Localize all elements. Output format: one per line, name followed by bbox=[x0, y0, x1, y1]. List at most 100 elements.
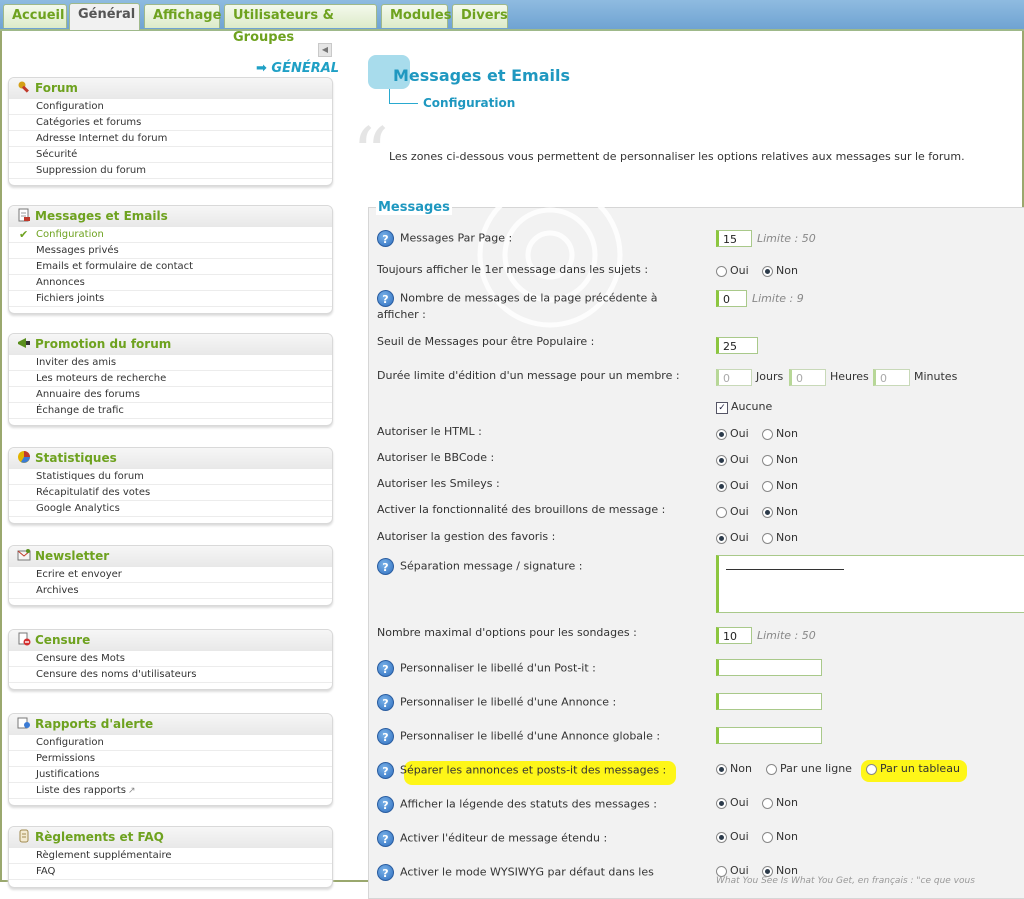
nb-precedente-input[interactable]: 0 bbox=[716, 290, 747, 307]
sidebar-item-annuaire[interactable]: Annuaire des forums bbox=[9, 387, 332, 403]
tab-general[interactable]: Général bbox=[69, 3, 140, 30]
help-icon[interactable]: ? bbox=[377, 830, 394, 847]
help-icon[interactable]: ? bbox=[377, 762, 394, 779]
collapse-sidebar-button[interactable]: ◀ bbox=[318, 43, 332, 57]
legende-non-radio[interactable] bbox=[762, 798, 773, 809]
tab-divers[interactable]: Divers bbox=[452, 4, 508, 28]
legende-oui-radio[interactable] bbox=[716, 798, 727, 809]
sidebar-item-ecrire[interactable]: Ecrire et envoyer bbox=[9, 567, 332, 583]
separer-par-une-ligne-radio[interactable] bbox=[766, 764, 777, 775]
tab-utilisateurs-groupes[interactable]: Utilisateurs & Groupes bbox=[224, 4, 377, 45]
sidebar-item-reglement[interactable]: Règlement supplémentaire bbox=[9, 848, 332, 864]
label-duree-edition: Durée limite d'édition d'un message pour… bbox=[377, 369, 680, 382]
sidebar-item-google-analytics[interactable]: Google Analytics bbox=[9, 501, 332, 517]
radio-label-oui: Oui bbox=[730, 830, 749, 843]
sidebar-group-header: Censure bbox=[9, 630, 332, 651]
sidebar-item-stats-forum[interactable]: Statistiques du forum bbox=[9, 469, 332, 485]
html-non-radio[interactable] bbox=[762, 429, 773, 440]
radio-label-oui: Oui bbox=[730, 531, 749, 544]
sidebar-item-categories[interactable]: Catégories et forums bbox=[9, 115, 332, 131]
radio-label-non: Non bbox=[776, 830, 798, 843]
tab-accueil[interactable]: Accueil bbox=[3, 4, 67, 28]
heures-input[interactable]: 0 bbox=[789, 369, 826, 386]
libelle-annonce-input[interactable] bbox=[716, 693, 822, 710]
sidebar-item-inviter[interactable]: Inviter des amis bbox=[9, 355, 332, 371]
favoris-oui-radio[interactable] bbox=[716, 533, 727, 544]
label-legende-statuts: ? Afficher la légende des statuts des mes… bbox=[377, 796, 657, 813]
help-icon[interactable]: ? bbox=[377, 660, 394, 677]
smileys-non-radio[interactable] bbox=[762, 481, 773, 492]
unit-heures: Heures bbox=[830, 370, 869, 383]
sidebar-item-liste-rapports[interactable]: Liste des rapports ↗ bbox=[9, 783, 332, 799]
nb-options-sondages-input[interactable]: 10 bbox=[716, 627, 752, 644]
help-icon[interactable]: ? bbox=[377, 864, 394, 881]
sidebar-item-permissions[interactable]: Permissions bbox=[9, 751, 332, 767]
document-icon bbox=[17, 208, 31, 222]
sidebar-item-censure-mots[interactable]: Censure des Mots bbox=[9, 651, 332, 667]
smileys-oui-radio[interactable] bbox=[716, 481, 727, 492]
checkmark-icon: ✔ bbox=[19, 228, 29, 241]
toujours-1er-oui-radio[interactable] bbox=[716, 266, 727, 277]
label-toujours-1er: Toujours afficher le 1er message dans le… bbox=[377, 263, 649, 276]
help-icon[interactable]: ? bbox=[377, 230, 394, 247]
tab-affichage[interactable]: Affichage bbox=[144, 4, 221, 28]
seuil-populaire-input[interactable]: 25 bbox=[716, 337, 758, 354]
sidebar-item-faq[interactable]: FAQ bbox=[9, 864, 332, 880]
sidebar-item-fichiers-joints[interactable]: Fichiers joints bbox=[9, 291, 332, 307]
help-icon[interactable]: ? bbox=[377, 290, 394, 307]
separer-non-radio[interactable] bbox=[716, 764, 727, 775]
tab-modules[interactable]: Modules bbox=[381, 4, 451, 28]
editeur-oui-radio[interactable] bbox=[716, 832, 727, 843]
sidebar-item-archives[interactable]: Archives bbox=[9, 583, 332, 599]
sidebar-item-emails[interactable]: Emails et formulaire de contact bbox=[9, 259, 332, 275]
help-icon[interactable]: ? bbox=[377, 558, 394, 575]
label-separation-signature: ? Séparation message / signature : bbox=[377, 558, 582, 575]
sidebar-item-adresse[interactable]: Adresse Internet du forum bbox=[9, 131, 332, 147]
libelle-postit-input[interactable] bbox=[716, 659, 822, 676]
sidebar-item-justifications[interactable]: Justifications bbox=[9, 767, 332, 783]
radio-label-non: Non bbox=[776, 453, 798, 466]
external-link-icon: ↗ bbox=[128, 786, 136, 796]
sidebar-item-annonces[interactable]: Annonces bbox=[9, 275, 332, 291]
radio-label-oui: Oui bbox=[730, 264, 749, 277]
brouillons-non-radio[interactable] bbox=[762, 507, 773, 518]
sidebar-item-moteurs[interactable]: Les moteurs de recherche bbox=[9, 371, 332, 387]
radio-label-non: Non bbox=[776, 264, 798, 277]
sidebar-item-securite[interactable]: Sécurité bbox=[9, 147, 332, 163]
sidebar-item-suppression[interactable]: Suppression du forum bbox=[9, 163, 332, 179]
newsletter-icon bbox=[17, 548, 31, 562]
bbcode-non-radio[interactable] bbox=[762, 455, 773, 466]
label-editeur-etendu: ? Activer l'éditeur de message étendu : bbox=[377, 830, 607, 847]
sidebar-item-configuration-active[interactable]: ✔ Configuration bbox=[9, 227, 332, 243]
sidebar-group-reglements: Règlements et FAQ Règlement supplémentai… bbox=[8, 826, 333, 888]
libelle-annonce-globale-input[interactable] bbox=[716, 727, 822, 744]
help-icon[interactable]: ? bbox=[377, 728, 394, 745]
label-nb-precedente: ? Nombre de messages de la page précédent… bbox=[377, 290, 658, 321]
unit-minutes: Minutes bbox=[914, 370, 958, 383]
sidebar-item-recap-votes[interactable]: Récapitulatif des votes bbox=[9, 485, 332, 501]
sidebar-item-messages-prives[interactable]: Messages privés bbox=[9, 243, 332, 259]
signature-separator-textarea[interactable] bbox=[716, 555, 1024, 613]
top-tab-bar: Accueil Général Affichage Utilisateurs &… bbox=[0, 0, 1024, 45]
brouillons-oui-radio[interactable] bbox=[716, 507, 727, 518]
favoris-non-radio[interactable] bbox=[762, 533, 773, 544]
sidebar-item-configuration[interactable]: Configuration bbox=[9, 99, 332, 115]
minutes-input[interactable]: 0 bbox=[873, 369, 910, 386]
editeur-non-radio[interactable] bbox=[762, 832, 773, 843]
radio-label-oui: Oui bbox=[730, 427, 749, 440]
separer-par-un-tableau-radio[interactable] bbox=[866, 764, 877, 775]
jours-input[interactable]: 0 bbox=[716, 369, 752, 386]
sidebar-item-echange[interactable]: Échange de trafic bbox=[9, 403, 332, 419]
sidebar-item-rapports-config[interactable]: Configuration bbox=[9, 735, 332, 751]
toujours-1er-non-radio[interactable] bbox=[762, 266, 773, 277]
html-oui-radio[interactable] bbox=[716, 429, 727, 440]
label-brouillons: Activer la fonctionnalité des brouillons… bbox=[377, 503, 666, 516]
messages-par-page-input[interactable]: 15 bbox=[716, 230, 752, 247]
help-icon[interactable]: ? bbox=[377, 694, 394, 711]
bbcode-oui-radio[interactable] bbox=[716, 455, 727, 466]
label-libelle-postit: ? Personnaliser le libellé d'un Post-it : bbox=[377, 660, 596, 677]
sidebar-item-censure-noms[interactable]: Censure des noms d'utilisateurs bbox=[9, 667, 332, 683]
help-icon[interactable]: ? bbox=[377, 796, 394, 813]
aucune-checkbox[interactable]: ✓ bbox=[716, 402, 728, 414]
radio-label-par-un-tableau: Par un tableau bbox=[880, 762, 960, 775]
